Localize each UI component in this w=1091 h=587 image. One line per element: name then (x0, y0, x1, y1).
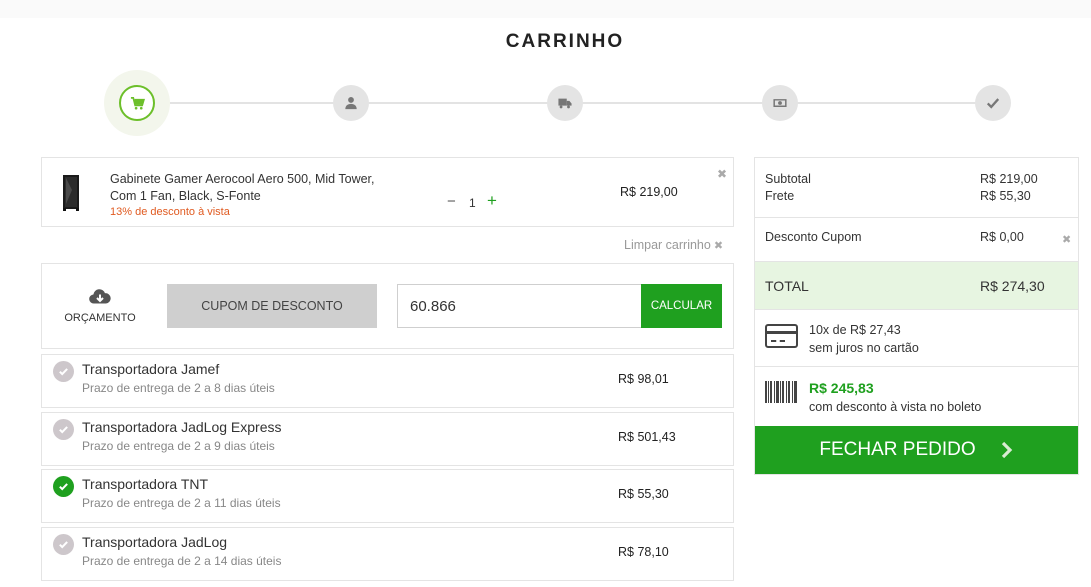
truck-icon (558, 98, 572, 109)
quantity-increase-button[interactable]: + (487, 191, 497, 211)
installments-text: 10x de R$ 27,43 (809, 323, 901, 337)
installments-note: sem juros no cartão (809, 341, 919, 355)
product-image[interactable] (58, 172, 84, 212)
step-shipping[interactable] (547, 85, 583, 121)
shipping-time: Prazo de entrega de 2 a 9 dias úteis (82, 439, 275, 453)
step-confirm[interactable] (975, 85, 1011, 121)
check-icon (53, 476, 74, 497)
shipping-time: Prazo de entrega de 2 a 14 dias úteis (82, 554, 282, 568)
budget-button[interactable]: ORÇAMENTO (62, 288, 138, 324)
step-cart[interactable] (119, 85, 155, 121)
product-price: R$ 219,00 (620, 185, 678, 199)
shipping-name: Transportadora Jamef (82, 361, 220, 377)
coupon-section: ORÇAMENTO CUPOM DE DESCONTO CALCULAR (41, 263, 734, 349)
freight-label: Frete (765, 189, 795, 203)
shipping-time: Prazo de entrega de 2 a 8 dias úteis (82, 381, 275, 395)
subtotal-label: Subtotal (765, 172, 811, 186)
credit-card-icon (765, 324, 798, 348)
cart-icon (130, 96, 145, 109)
close-icon: ✖ (713, 240, 724, 252)
shipping-name: Transportadora TNT (82, 476, 209, 492)
shipping-option-selected[interactable]: Transportadora TNT Prazo de entrega de 2… (41, 469, 734, 523)
coupon-button[interactable]: CUPOM DE DESCONTO (167, 284, 377, 328)
step-payment[interactable] (762, 85, 798, 121)
subtotal-value: R$ 219,00 (980, 172, 1038, 186)
top-bar (0, 0, 1091, 18)
user-icon (345, 97, 357, 110)
check-icon (53, 419, 74, 440)
cloud-download-icon (89, 289, 111, 304)
shipping-price: R$ 55,30 (618, 487, 669, 501)
chevron-right-icon (1001, 441, 1012, 459)
zip-code-input[interactable] (397, 284, 642, 328)
boleto-value: R$ 245,83 (809, 380, 874, 396)
shipping-option[interactable]: Transportadora Jamef Prazo de entrega de… (41, 354, 734, 408)
product-name[interactable]: Gabinete Gamer Aerocool Aero 500, Mid To… (110, 171, 390, 205)
summary-boleto-section: R$ 245,83 com desconto à vista no boleto (755, 367, 1078, 427)
quantity-decrease-button[interactable]: − (447, 193, 456, 210)
check-icon (986, 98, 1000, 109)
shipping-price: R$ 78,10 (618, 545, 669, 559)
budget-label: ORÇAMENTO (64, 312, 136, 324)
remove-item-icon[interactable]: ✖ (717, 167, 727, 181)
money-icon (773, 99, 787, 107)
clear-cart-link[interactable]: Limpar carrinho ✖ (624, 238, 723, 252)
freight-value: R$ 55,30 (980, 189, 1031, 203)
barcode-icon (765, 381, 797, 403)
calculate-button[interactable]: CALCULAR (641, 284, 722, 328)
total-value: R$ 274,30 (980, 278, 1045, 294)
shipping-price: R$ 501,43 (618, 430, 676, 444)
page-title: CARRINHO (505, 31, 625, 52)
shipping-price: R$ 98,01 (618, 372, 669, 386)
summary-coupon-section: Desconto Cupom R$ 0,00 ✖ (755, 218, 1078, 262)
check-icon (53, 534, 74, 555)
shipping-option[interactable]: Transportadora JadLog Prazo de entrega d… (41, 527, 734, 581)
product-discount-note: 13% de desconto à vista (110, 206, 230, 218)
coupon-discount-value: R$ 0,00 (980, 230, 1024, 244)
total-label: TOTAL (765, 278, 809, 294)
summary-total-section: TOTAL R$ 274,30 (755, 262, 1078, 310)
coupon-discount-label: Desconto Cupom (765, 230, 862, 244)
quantity-value: 1 (469, 196, 476, 210)
shipping-name: Transportadora JadLog (82, 534, 228, 550)
check-icon (53, 361, 74, 382)
shipping-option[interactable]: Transportadora JadLog Express Prazo de e… (41, 412, 734, 466)
close-order-button[interactable]: FECHAR PEDIDO (755, 426, 1078, 474)
shipping-time: Prazo de entrega de 2 a 11 dias úteis (82, 496, 281, 510)
clear-cart-label: Limpar carrinho (624, 238, 711, 252)
close-order-label: FECHAR PEDIDO (819, 439, 976, 460)
step-user[interactable] (333, 85, 369, 121)
summary-card-section: 10x de R$ 27,43 sem juros no cartão (755, 310, 1078, 367)
summary-subtotal-section: Subtotal R$ 219,00 Frete R$ 55,30 (755, 158, 1078, 218)
cart-item: Gabinete Gamer Aerocool Aero 500, Mid To… (41, 157, 734, 227)
remove-coupon-icon[interactable]: ✖ (1062, 233, 1071, 246)
boleto-note: com desconto à vista no boleto (809, 400, 982, 414)
checkout-stepper (104, 70, 1024, 136)
shipping-name: Transportadora JadLog Express (82, 419, 282, 435)
